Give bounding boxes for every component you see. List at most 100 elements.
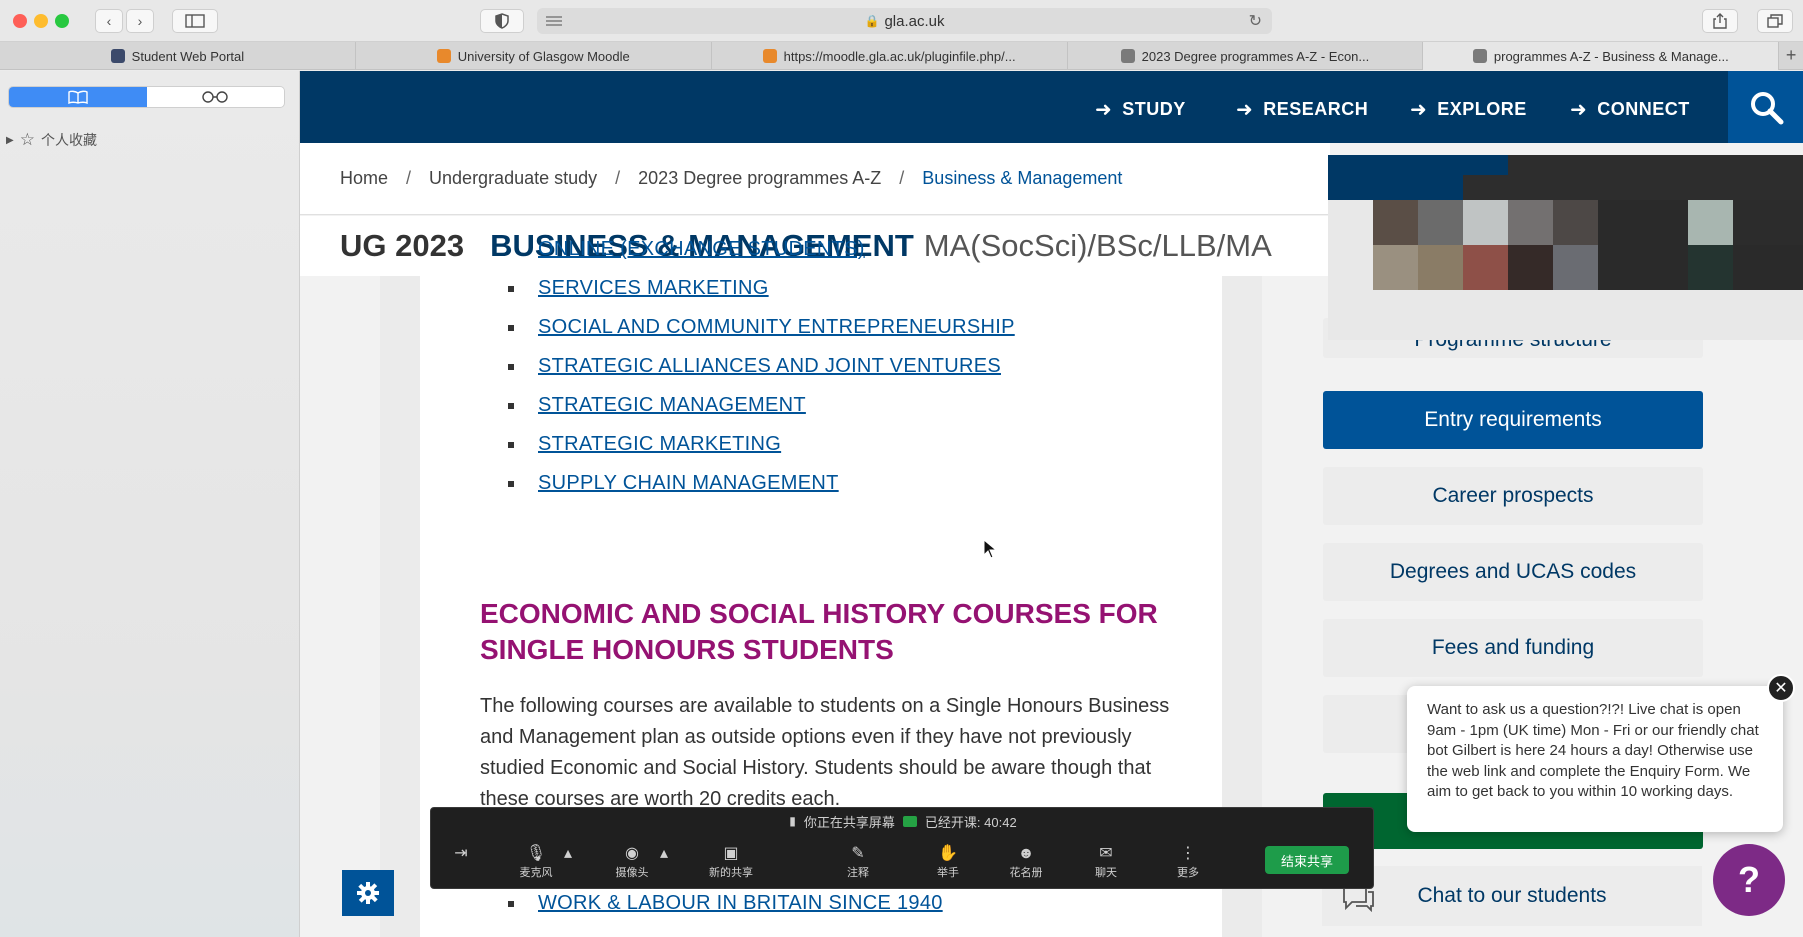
close-window-button[interactable] [13, 14, 27, 28]
reading-list-segment[interactable] [146, 87, 284, 107]
degrees-ucas-button[interactable]: Degrees and UCAS codes [1323, 543, 1703, 601]
shield-icon [495, 13, 509, 29]
share-button[interactable] [1702, 9, 1738, 33]
career-prospects-button[interactable]: Career prospects [1323, 467, 1703, 525]
chat-popup-text: Want to ask us a question?!?! Live chat … [1427, 701, 1759, 800]
privacy-report-button[interactable] [480, 9, 524, 33]
collapse-icon: ⇥ [454, 845, 468, 862]
microphone-icon: 🎙 [525, 845, 547, 862]
breadcrumb-home[interactable]: Home [340, 168, 388, 189]
tabs-icon [1767, 14, 1783, 28]
favicon-icon [1472, 49, 1487, 63]
tab-student-web-portal[interactable]: Student Web Portal [0, 42, 356, 70]
chat-popup-close-button[interactable]: ✕ [1767, 674, 1795, 702]
reload-icon[interactable]: ↻ [1249, 11, 1262, 31]
tab-business-management[interactable]: programmes A-Z - Business & Manage... [1423, 42, 1780, 70]
tab-moodle[interactable]: University of Glasgow Moodle [356, 42, 712, 70]
favicon-icon [1120, 49, 1135, 63]
tab-bar: Student Web Portal University of Glasgow… [0, 42, 1803, 70]
lock-icon: 🔒 [864, 14, 880, 28]
course-link[interactable]: ONLINE (EXCHANGE STUDENTS) [538, 238, 865, 261]
glasses-icon [202, 91, 228, 103]
breadcrumb-separator: / [615, 168, 621, 188]
site-search-button[interactable] [1728, 71, 1803, 143]
question-icon: ? [1738, 859, 1760, 900]
recording-icon [902, 815, 917, 827]
course-link[interactable]: SOCIAL AND COMMUNITY ENTREPRENEURSHIP [538, 316, 1015, 339]
more-button[interactable]: ⋮ 更多 [1153, 844, 1223, 880]
favicon-icon [762, 49, 777, 63]
new-tab-button[interactable]: + [1779, 42, 1803, 69]
disclosure-triangle-icon[interactable]: ▶ [6, 135, 14, 146]
address-bar[interactable]: 🔒 gla.ac.uk ↻ [537, 8, 1272, 34]
annotate-button[interactable]: ✎ 注释 [823, 844, 893, 880]
camera-icon: ◉ [625, 845, 639, 862]
screen: ‹ › 🔒 gla.ac.uk ↻ Student Web Portal Uni… [0, 0, 1803, 937]
collapse-toolbar-button[interactable]: ⇥ [431, 844, 491, 864]
entry-requirements-button[interactable]: Entry requirements [1323, 391, 1703, 449]
breadcrumb-programmes[interactable]: 2023 Degree programmes A-Z [638, 168, 881, 189]
camera-options-button[interactable]: ▴ [649, 844, 679, 864]
course-link[interactable]: STRATEGIC MANAGEMENT [538, 394, 806, 417]
sidebar-segmented-control [8, 86, 285, 108]
sidebar-icon [185, 14, 205, 28]
list-bullet [508, 403, 514, 409]
more-vertical-icon: ⋮ [1180, 845, 1196, 862]
breadcrumb-current: Business & Management [922, 168, 1123, 188]
help-chat-button[interactable]: ? [1713, 844, 1785, 916]
breadcrumb-separator: / [899, 168, 905, 188]
favorites-folder[interactable]: ▶ ☆ 个人收藏 [6, 130, 97, 150]
gear-icon [357, 882, 379, 904]
chat-to-students-button[interactable]: Chat to our students [1322, 866, 1702, 926]
nav-explore[interactable]: ➜ EXPLORE [1410, 97, 1527, 122]
site-navigation: ➜ STUDY ➜ RESEARCH ➜ EXPLORE ➜ CONNECT [300, 71, 1803, 143]
new-share-button[interactable]: ▣ 新的共享 [696, 844, 766, 880]
back-button[interactable]: ‹ [95, 9, 123, 33]
section-heading: ECONOMIC AND SOCIAL HISTORY COURSES FOR … [480, 598, 1158, 665]
course-link[interactable]: STRATEGIC ALLIANCES AND JOINT VENTURES [538, 355, 1001, 378]
chevron-left-icon: ‹ [106, 13, 112, 29]
maximize-window-button[interactable] [55, 14, 69, 28]
tab-overview-button[interactable] [1757, 9, 1793, 33]
reader-view-icon [546, 16, 562, 26]
fees-funding-button[interactable]: Fees and funding [1323, 619, 1703, 677]
nav-study[interactable]: ➜ STUDY [1095, 97, 1186, 122]
bookmarks-segment[interactable] [9, 87, 147, 107]
settings-button[interactable] [342, 870, 394, 916]
nav-research[interactable]: ➜ RESEARCH [1236, 97, 1368, 122]
arrow-right-icon: ➜ [1095, 99, 1113, 121]
live-chat-popup: Want to ask us a question?!?! Live chat … [1407, 686, 1783, 832]
chevron-up-icon: ▴ [659, 845, 669, 862]
sidebar-toggle-button[interactable] [172, 9, 218, 33]
breadcrumb-undergraduate[interactable]: Undergraduate study [429, 168, 597, 189]
course-link[interactable]: WORK & LABOUR IN BRITAIN SINCE 1940 [538, 892, 943, 915]
section-paragraph: The following courses are available to s… [480, 695, 1170, 810]
nav-connect[interactable]: ➜ CONNECT [1570, 97, 1690, 122]
roster-button[interactable]: ☻ 花名册 [991, 844, 1061, 880]
minimize-window-button[interactable] [34, 14, 48, 28]
star-icon: ☆ [19, 130, 35, 149]
forward-button[interactable]: › [126, 9, 154, 33]
signal-icon: ▮ [789, 814, 796, 828]
course-link[interactable]: STRATEGIC MARKETING [538, 433, 781, 456]
tab-pluginfile[interactable]: https://moodle.gla.ac.uk/pluginfile.php/… [712, 42, 1068, 70]
elapsed-label: 已经开课: 40:42 [924, 814, 1017, 830]
hand-icon: ✋ [938, 845, 958, 862]
mouse-cursor-icon [983, 539, 997, 559]
list-bullet [508, 481, 514, 487]
list-bullet [508, 364, 514, 370]
microphone-options-button[interactable]: ▴ [553, 844, 583, 864]
end-share-button[interactable]: 结束共享 [1265, 846, 1349, 874]
raise-hand-button[interactable]: ✋ 举手 [913, 844, 983, 880]
browser-toolbar: ‹ › 🔒 gla.ac.uk ↻ [0, 0, 1803, 42]
course-link[interactable]: SUPPLY CHAIN MANAGEMENT [538, 472, 839, 495]
list-bullet [508, 442, 514, 448]
course-link[interactable]: SERVICES MARKETING [538, 277, 769, 300]
pen-icon: ✎ [851, 845, 865, 862]
tab-degree-programmes-econ[interactable]: 2023 Degree programmes A-Z - Econ... [1068, 42, 1424, 70]
favorites-label: 个人收藏 [40, 132, 97, 148]
chat-button[interactable]: ✉ 聊天 [1071, 844, 1141, 880]
share-status: ▮ 你正在共享屏幕 已经开课: 40:42 [431, 808, 1375, 834]
list-bullet [508, 286, 514, 292]
arrow-right-icon: ➜ [1236, 99, 1254, 121]
